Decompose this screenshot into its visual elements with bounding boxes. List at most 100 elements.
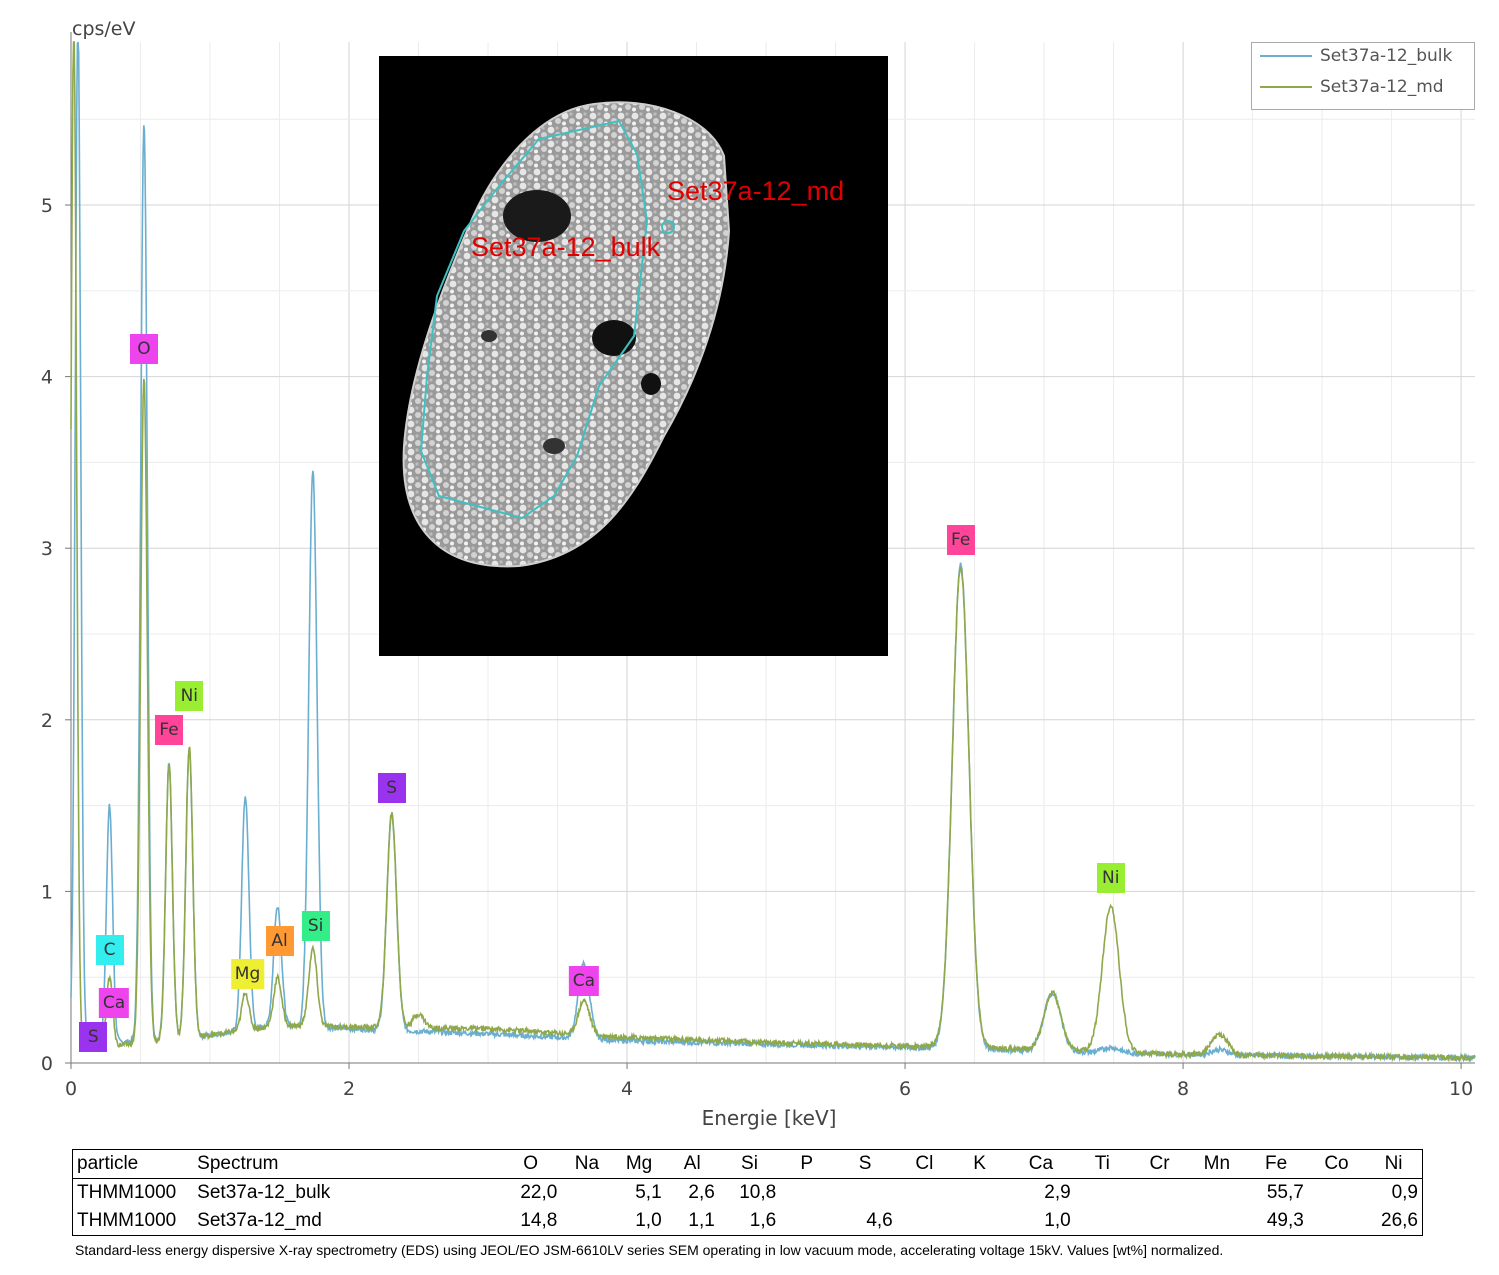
table-cell: 2,9	[1044, 1182, 1071, 1203]
table-cell: 55,7	[1266, 1182, 1304, 1203]
table-cell: 4,6	[866, 1210, 893, 1231]
column-header: Cr	[1149, 1153, 1170, 1174]
peak-label: C	[95, 934, 124, 965]
table-cell	[780, 1207, 833, 1236]
table-cell	[561, 1207, 612, 1236]
table-cell: 1,0	[1044, 1210, 1071, 1231]
y-tick-label: 3	[41, 538, 53, 560]
particle-graphic	[402, 101, 731, 568]
footnote: Standard-less energy dispersive X-ray sp…	[75, 1242, 1224, 1258]
x-tick-label: 8	[1177, 1078, 1189, 1100]
spectrum-chart: 0 2 4 6 8 10 0 1 2 3 4 5 cps/eV Energie [keV] Set37a	[0, 0, 1499, 1140]
table-cell: Set37a-12_bulk	[197, 1182, 331, 1203]
column-header: O	[523, 1153, 539, 1174]
peak-label: Si	[301, 910, 330, 941]
table-header-row: particle Spectrum O Na Mg Al Si P S Cl K Ca Ti Cr Mn Fe…	[72, 1149, 1423, 1179]
table-cell	[1189, 1179, 1244, 1208]
peak-label: O	[129, 334, 158, 365]
table-cell: 49,3	[1266, 1210, 1304, 1231]
legend-swatch-md	[1260, 86, 1312, 88]
table-cell	[780, 1179, 833, 1208]
table-cell	[1130, 1207, 1189, 1236]
table-cell: 22,0	[520, 1182, 558, 1203]
sem-label-bulk: Set37a-12_bulk	[471, 232, 661, 262]
peak-label: Ni	[1096, 862, 1125, 893]
table-cell: 1,1	[688, 1210, 715, 1231]
table-cell	[1308, 1179, 1365, 1208]
table-cell: Set37a-12_md	[197, 1210, 322, 1231]
table-body: THMM1000 Set37a-12_bulk 22,0 5,1 2,6 10,8 2,9 5…	[72, 1179, 1423, 1236]
legend-text-bulk: Set37a-12_bulk	[1320, 46, 1453, 66]
table-cell	[952, 1207, 1007, 1236]
sem-label-md: Set37a-12_md	[667, 176, 845, 206]
peak-label: S	[79, 1022, 108, 1053]
column-header: Ca	[1028, 1153, 1054, 1174]
pore	[481, 330, 497, 342]
peak-label: Al	[265, 926, 294, 957]
peak-label: Ca	[98, 987, 130, 1018]
sem-micrograph: Set37a-12_md Set37a-12_bulk	[379, 56, 888, 656]
legend-text-md: Set37a-12_md	[1320, 77, 1444, 97]
chart-legend: Set37a-12_bulk Set37a-12_md	[1251, 42, 1475, 110]
table-cell	[1130, 1179, 1189, 1208]
legend-swatch-bulk	[1260, 55, 1312, 57]
table-cell	[897, 1207, 952, 1236]
x-tick-label: 6	[899, 1078, 911, 1100]
column-header: Si	[741, 1153, 758, 1174]
peak-label: Ca	[568, 965, 600, 996]
y-tick-label: 4	[41, 367, 53, 389]
column-header: Mn	[1203, 1153, 1231, 1174]
table-cell: 0,9	[1391, 1182, 1418, 1203]
table-cell	[1189, 1207, 1244, 1236]
column-header: Cl	[915, 1153, 934, 1174]
table-cell	[952, 1179, 1007, 1208]
column-header: P	[800, 1153, 814, 1174]
table-cell: 1,6	[749, 1210, 777, 1231]
column-header: K	[973, 1153, 986, 1174]
column-header: Ni	[1384, 1153, 1403, 1174]
column-header: Spectrum	[197, 1153, 279, 1174]
table-cell: 5,1	[635, 1182, 662, 1203]
peak-label: Fe	[946, 524, 975, 555]
legend-entry-bulk: Set37a-12_bulk	[1260, 45, 1452, 67]
x-tick-label: 2	[343, 1078, 355, 1100]
table-cell	[1075, 1179, 1130, 1208]
x-tick-label: 4	[621, 1078, 633, 1100]
y-axis-label: cps/eV	[72, 18, 136, 40]
column-header: Fe	[1265, 1153, 1288, 1174]
column-header: Co	[1324, 1153, 1349, 1174]
table-cell	[561, 1179, 612, 1208]
x-axis-label: Energie [keV]	[702, 1106, 837, 1130]
peak-label: S	[377, 773, 406, 804]
peak-label: Fe	[155, 715, 183, 746]
y-tick-label: 5	[41, 195, 53, 217]
table-cell: 26,6	[1381, 1210, 1418, 1231]
column-header: Al	[683, 1153, 701, 1174]
column-header: particle	[77, 1153, 139, 1174]
column-header: Ti	[1094, 1153, 1110, 1174]
results-table: particle Spectrum O Na Mg Al Si P S Cl K Ca Ti Cr Mn Fe…	[72, 1149, 1423, 1236]
table-cell	[833, 1179, 896, 1208]
y-tick-label: 1	[41, 881, 53, 903]
table-cell	[1075, 1207, 1130, 1236]
table-cell: THMM1000	[77, 1210, 177, 1231]
y-tick-label: 2	[41, 710, 53, 732]
table-cell: 10,8	[739, 1182, 777, 1203]
column-header: Na	[574, 1153, 600, 1174]
column-header: Mg	[625, 1153, 653, 1174]
table-cell: 2,6	[688, 1182, 715, 1203]
pore	[592, 320, 636, 356]
table-cell: 1,0	[635, 1210, 662, 1231]
column-header: S	[858, 1153, 872, 1174]
pore	[543, 438, 565, 454]
pore	[641, 373, 661, 395]
table-cell: THMM1000	[77, 1182, 177, 1203]
table-row: THMM1000 Set37a-12_md 14,8 1,0 1,1 1,6 4,6 1,0 4…	[72, 1207, 1423, 1236]
y-tick-label: 0	[41, 1053, 53, 1075]
table-cell	[897, 1179, 952, 1208]
peak-label: Mg	[230, 958, 265, 989]
x-tick-label: 0	[65, 1078, 77, 1100]
legend-entry-md: Set37a-12_md	[1260, 76, 1444, 98]
table-cell	[1308, 1207, 1365, 1236]
table-cell: 14,8	[520, 1210, 558, 1231]
